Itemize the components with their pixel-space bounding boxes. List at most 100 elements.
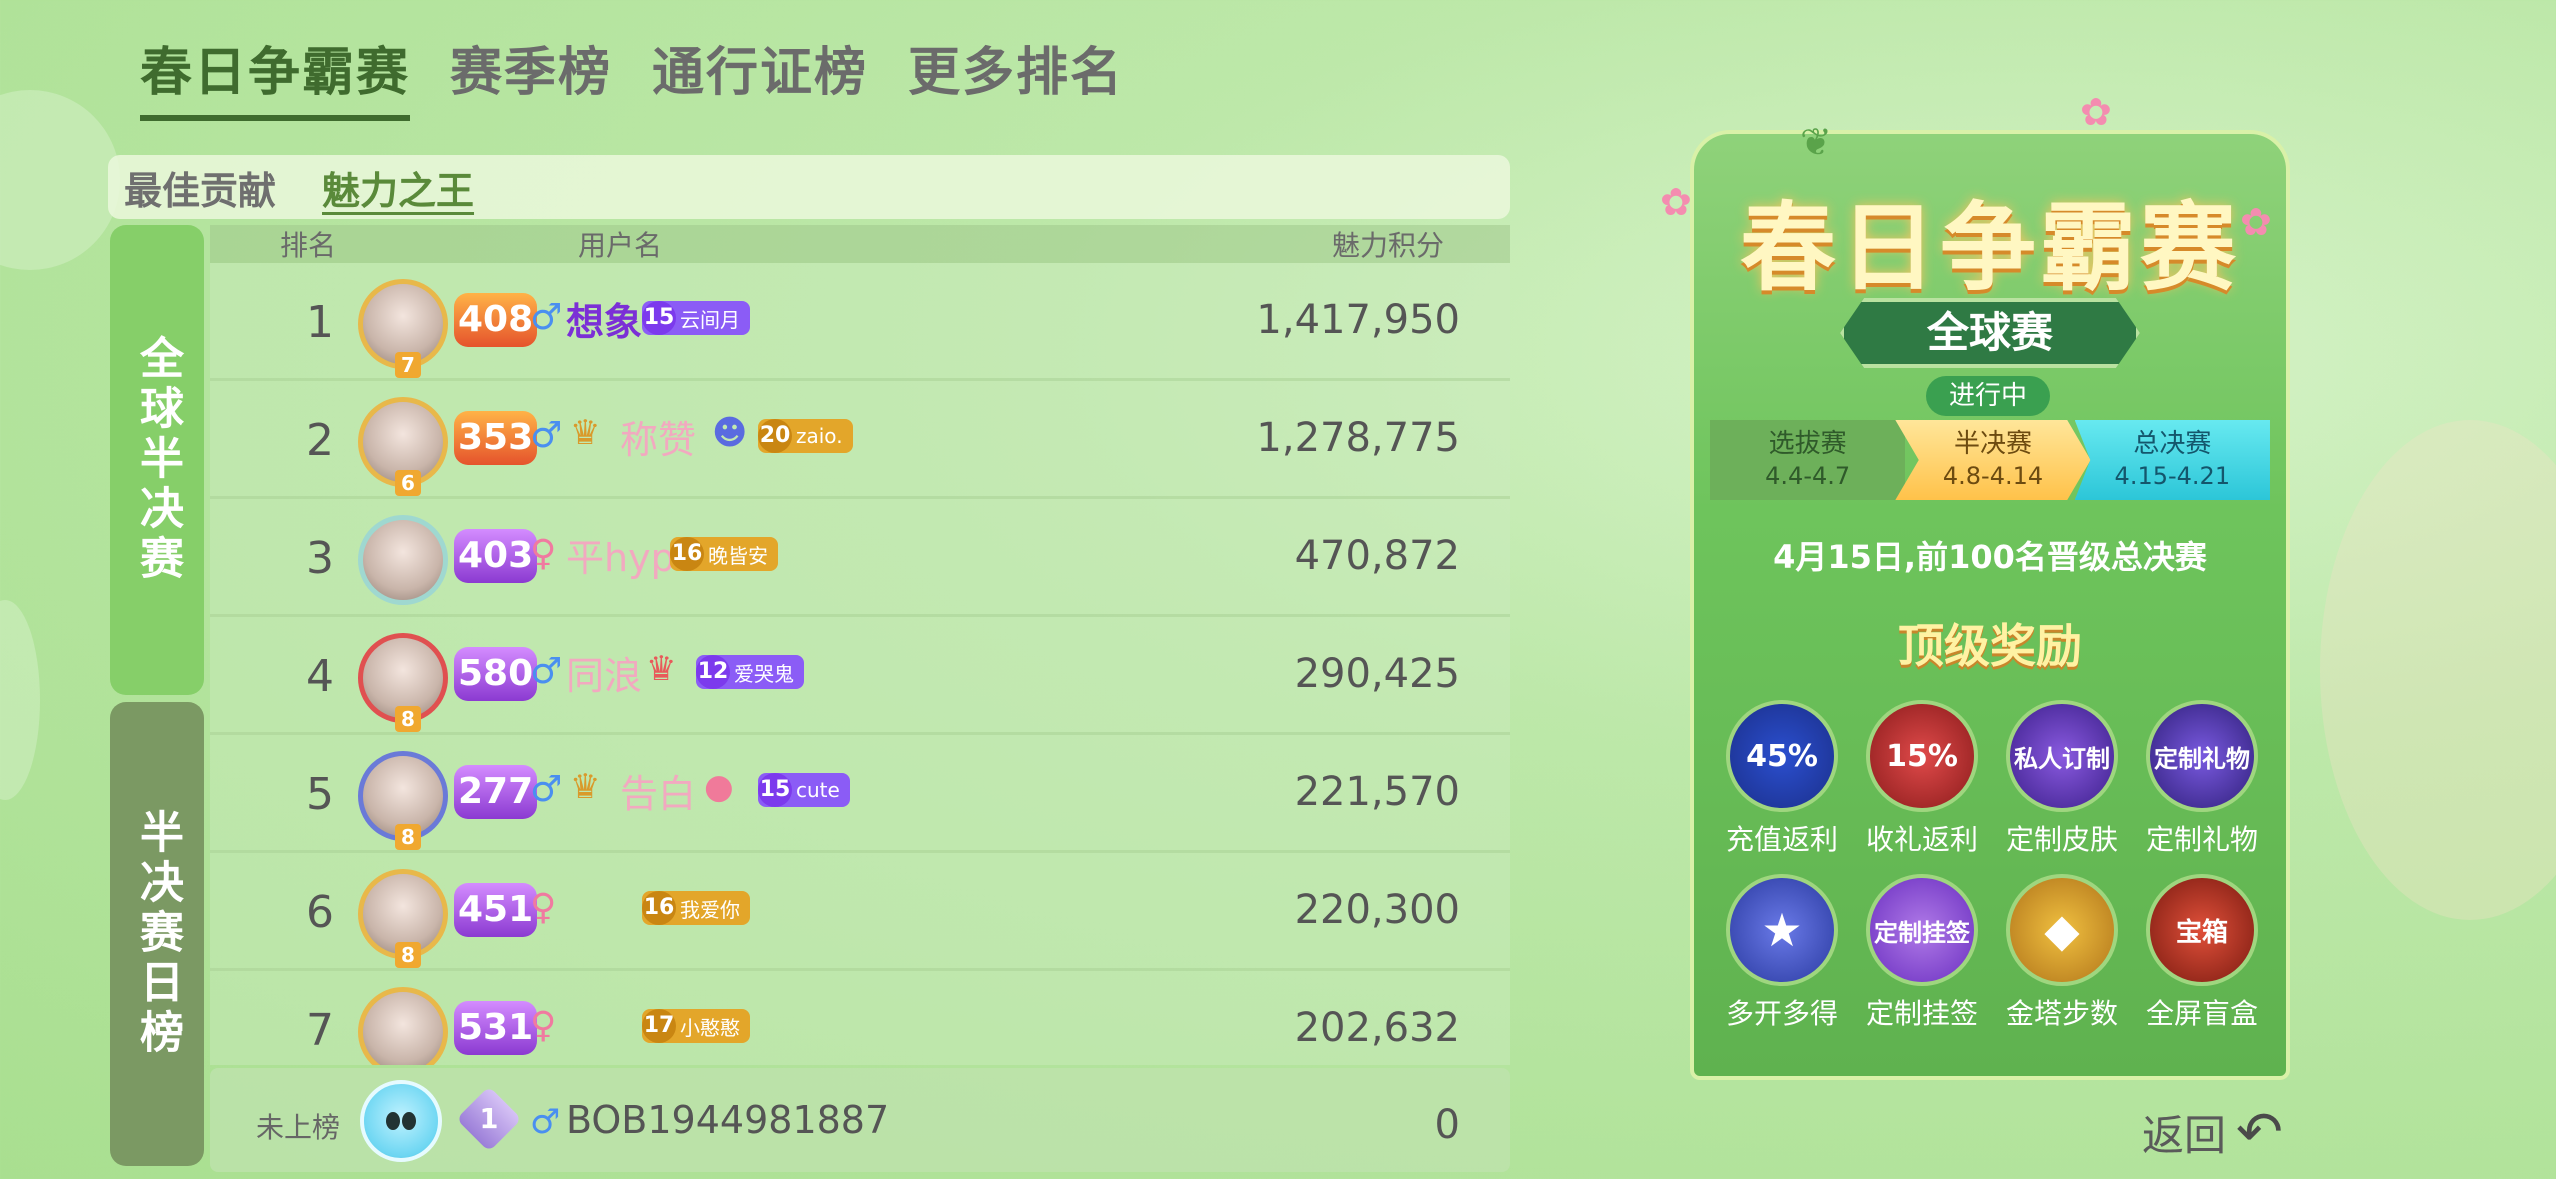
level-badge: 580 <box>454 647 538 701</box>
fan-badge: 20 zaio. <box>758 419 853 453</box>
tab-season-rank[interactable]: 赛季榜 <box>450 30 612 121</box>
sidetab-semifinal-daily[interactable]: 半决赛日榜 <box>110 702 204 1166</box>
mascot-icon: ● <box>704 767 734 807</box>
my-avatar[interactable] <box>360 1080 442 1162</box>
row-score: 1,417,950 <box>1256 297 1460 343</box>
sidetab-label: 全球半决赛 <box>132 335 183 585</box>
event-card[interactable]: ✿ ✿ ✿ ❦ 春日争霸赛 全球赛 进行中 选拔赛 4.4-4.7 半决赛 4.8-… <box>1660 70 2320 1085</box>
my-rank-row[interactable]: 未上榜 1 ♂ BOB1944981887 0 <box>210 1068 1510 1172</box>
reward-item[interactable]: 45% 充值返利 <box>1712 700 1852 858</box>
stage-dates: 4.4-4.7 <box>1765 462 1851 490</box>
reward-item[interactable]: 15% 收礼返利 <box>1852 700 1992 858</box>
avatar[interactable] <box>358 515 448 605</box>
tab-more-rank[interactable]: 更多排名 <box>908 30 1124 121</box>
event-subtitle-banner: 全球赛 <box>1840 298 2140 368</box>
fan-badge: 15 云间月 <box>642 301 750 335</box>
male-icon: ♂ <box>530 415 563 456</box>
row-score: 470,872 <box>1294 533 1460 579</box>
fan-badge-text: 云间月 <box>680 307 740 332</box>
level-badge: 451 <box>454 883 538 937</box>
table-row[interactable]: 7 531 ♀ 17 小憨憨 202,632 <box>210 971 1510 1065</box>
reward-item[interactable]: 定制礼物 定制礼物 <box>2132 700 2272 858</box>
username: 称赞 <box>620 418 697 462</box>
row-score: 220,300 <box>1294 887 1460 933</box>
level-badge: 408 <box>454 293 538 347</box>
event-status-badge: 进行中 <box>1926 376 2050 416</box>
background-bubble <box>2320 420 2556 920</box>
star-icon: ★ <box>1726 874 1838 986</box>
reward-item[interactable]: 定制挂签 定制挂签 <box>1852 874 1992 1032</box>
row-score: 221,570 <box>1294 769 1460 815</box>
header-score: 魅力积分 <box>1331 229 1444 262</box>
reward-label: 定制礼物 <box>2145 823 2258 856</box>
table-row[interactable]: 5 8 277 ♂ ♛ 告白 ● 15 cute 221,570 <box>210 735 1510 853</box>
reward-grid: 45% 充值返利 15% 收礼返利 私人订制 定制皮肤 定制礼物 定制礼物 ★ 多开多得 … <box>1712 700 2272 1032</box>
table-row[interactable]: 3 403 ♀ 平hyp 16 晚皆安 470,872 <box>210 499 1510 617</box>
avatar[interactable]: 8 <box>358 633 448 732</box>
row-rank: 6 <box>306 887 334 938</box>
avatar-level: 8 <box>395 942 421 968</box>
reward-item[interactable]: ★ 多开多得 <box>1712 874 1852 1032</box>
table-header: 排名 用户名 魅力积分 <box>210 225 1510 263</box>
row-score: 290,425 <box>1294 651 1460 697</box>
top-tabs: 春日争霸赛 赛季榜 通行证榜 更多排名 <box>140 30 1124 121</box>
background-bubble <box>0 90 120 270</box>
table-row[interactable]: 1 7 408 ♂ 想象 15 云间月 1,417,950 <box>210 263 1510 381</box>
event-stages: 选拔赛 4.4-4.7 半决赛 4.8-4.14 总决赛 4.15-4.21 <box>1710 420 2270 500</box>
recharge-rebate-icon: 45% <box>1726 700 1838 812</box>
avatar[interactable]: 7 <box>358 279 448 378</box>
avatar[interactable]: 8 <box>358 751 448 850</box>
level-badge: 531 <box>454 1001 538 1055</box>
tab-spring-battle[interactable]: 春日争霸赛 <box>140 30 411 121</box>
avatar-level: 8 <box>395 824 421 850</box>
custom-gift-icon: 定制礼物 <box>2146 700 2258 812</box>
avatar[interactable] <box>358 987 448 1065</box>
fan-badge: 16 我爱你 <box>642 891 750 925</box>
avatar[interactable]: 8 <box>358 869 448 968</box>
subtab-best-contribution[interactable]: 最佳贡献 <box>124 160 276 215</box>
username: 想象 <box>566 300 643 344</box>
sidetab-global-semifinal[interactable]: 全球半决赛 <box>110 225 204 695</box>
leaderboard-table[interactable]: 排名 用户名 魅力积分 1 7 408 ♂ 想象 15 云间月 1,417,950… <box>210 225 1510 1065</box>
reward-label: 多开多得 <box>1725 997 1838 1030</box>
stage-name: 总决赛 <box>2133 429 2212 459</box>
my-rank-status: 未上榜 <box>256 1111 341 1144</box>
table-row[interactable]: 6 8 451 ♀ 16 我爱你 220,300 <box>210 853 1510 971</box>
crown-icon: ♛ <box>570 767 601 807</box>
leaf-icon: ❦ <box>1800 120 1832 164</box>
tab-pass-rank[interactable]: 通行证榜 <box>652 30 868 121</box>
back-button[interactable]: 返回 ↶ <box>2142 1100 2283 1165</box>
fan-badge-level: 16 <box>670 537 704 571</box>
row-rank: 1 <box>306 297 334 348</box>
mascot-icon: ☻ <box>712 413 748 453</box>
male-icon: ♂ <box>530 769 563 810</box>
username: 平hyp <box>566 536 675 580</box>
avatar[interactable]: 6 <box>358 397 448 496</box>
reward-item[interactable]: 私人订制 定制皮肤 <box>1992 700 2132 858</box>
sidetab-label: 半决赛日榜 <box>132 809 183 1059</box>
stage-name: 半决赛 <box>1953 429 2032 459</box>
reward-item[interactable]: ◆ 金塔步数 <box>1992 874 2132 1032</box>
reward-item[interactable]: 宝箱 全屏盲盒 <box>2132 874 2272 1032</box>
fan-badge-text: zaio. <box>796 424 843 448</box>
table-row[interactable]: 4 8 580 ♂ 同浪 ♛ 12 爱哭鬼 290,425 <box>210 617 1510 735</box>
my-score: 0 <box>1434 1102 1460 1148</box>
fan-badge: 15 cute <box>758 773 850 807</box>
level-badge: 353 <box>454 411 538 465</box>
sub-tabs: 最佳贡献 魅力之王 <box>108 155 1510 219</box>
stage-final: 总决赛 4.15-4.21 <box>2074 420 2270 500</box>
event-title: 春日争霸赛 <box>1740 192 2240 304</box>
fan-badge-text: 晚皆安 <box>708 543 768 568</box>
subtab-charm-king[interactable]: 魅力之王 <box>322 160 474 215</box>
reward-label: 定制挂签 <box>1865 997 1978 1030</box>
fan-badge: 12 爱哭鬼 <box>696 655 804 689</box>
male-icon: ♂ <box>530 1102 561 1142</box>
flower-icon: ✿ <box>2080 90 2112 134</box>
table-row[interactable]: 2 6 353 ♂ ♛ 称赞 ☻ 20 zaio. 1,278,775 <box>210 381 1510 499</box>
fan-badge-text: 我爱你 <box>680 897 740 922</box>
fan-badge-level: 15 <box>758 773 792 807</box>
event-notice: 4月15日,前100名晋级总决赛 <box>1773 538 2207 576</box>
row-rank: 7 <box>306 1005 334 1056</box>
username: 告白 <box>620 772 697 816</box>
my-level: 1 <box>479 1103 499 1135</box>
